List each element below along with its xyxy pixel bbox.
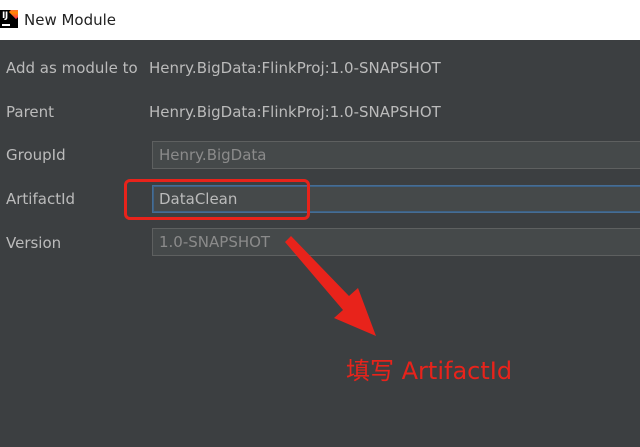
annotation-label: 填写 ArtifactId: [346, 357, 513, 385]
parent-label: Parent: [6, 103, 55, 121]
groupid-label: GroupId: [6, 146, 66, 164]
title-bar: IJ New Module: [0, 0, 640, 40]
intellij-app-icon: IJ: [0, 10, 18, 28]
add-as-module-to-label: Add as module to: [6, 59, 138, 77]
add-as-module-to-value: Henry.BigData:FlinkProj:1.0-SNAPSHOT: [149, 59, 441, 77]
groupid-field[interactable]: [152, 141, 640, 169]
artifactid-label: ArtifactId: [6, 190, 76, 208]
parent-value: Henry.BigData:FlinkProj:1.0-SNAPSHOT: [149, 103, 441, 121]
window-title: New Module: [24, 11, 117, 29]
version-field[interactable]: [152, 228, 640, 256]
version-label: Version: [6, 234, 62, 252]
artifactid-highlight-box: [124, 179, 310, 220]
